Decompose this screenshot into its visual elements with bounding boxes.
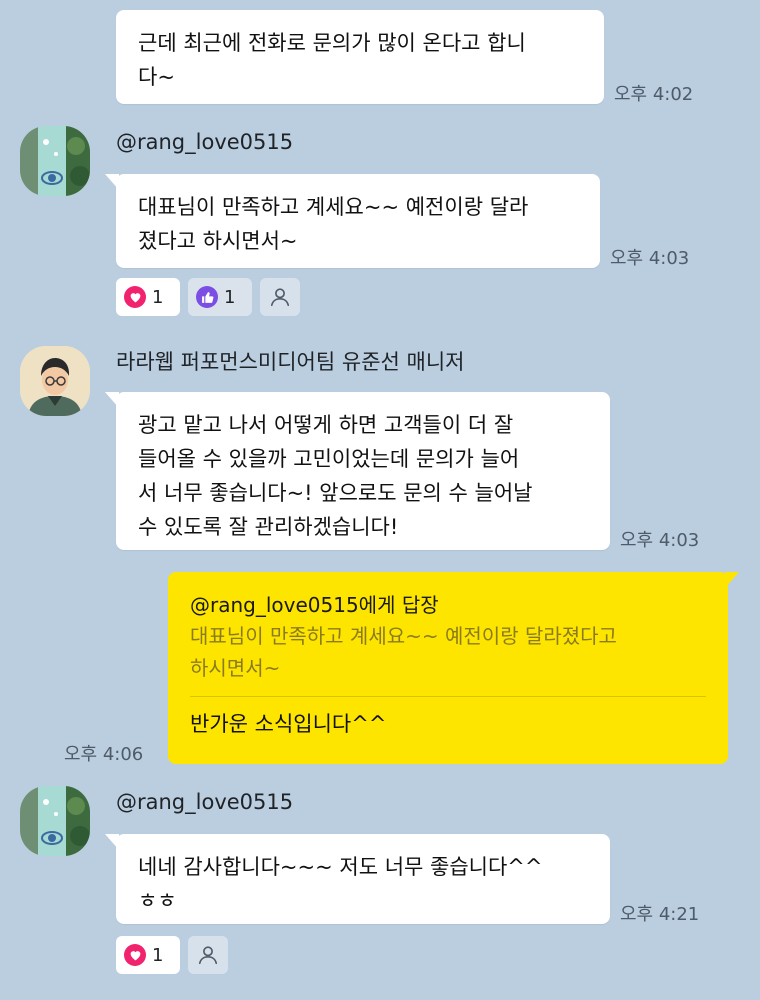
message-time: 오후 4:03 [620,530,700,551]
add-reaction-button[interactable] [188,936,228,974]
reaction-thumbs-up[interactable]: 1 [188,278,252,316]
reply-text: 반가운 소식입니다^^ [190,712,387,736]
avatar-image [20,786,90,856]
my-reply-bubble[interactable]: @rang_love0515에게 답장 대표님이 만족하고 계세요~~ 예전이랑… [168,572,739,764]
message-bubble[interactable]: 광고 맡고 나서 어떻게 하면 고객들이 더 잘 들어올 수 있을까 고민이었는… [105,392,610,550]
reaction-count: 1 [152,286,164,308]
sender-name[interactable]: @rang_love0515 [116,790,293,814]
thumbs-up-icon [196,286,218,308]
avatar[interactable] [20,786,90,856]
sender-name[interactable]: 라라웹 퍼포먼스미디어팀 유준선 매니저 [116,346,464,376]
avatar-image [20,346,90,416]
heart-icon [124,286,146,308]
reaction-count: 1 [152,944,164,966]
message-time: 오후 4:06 [64,744,144,765]
avatar-image [20,126,90,196]
person-icon [198,946,218,965]
message-bubble[interactable]: 근데 최근에 전화로 문의가 많이 온다고 합니 다~ [116,10,604,104]
message-time: 오후 4:03 [610,248,690,269]
reply-target: @rang_love0515에게 답장 [190,593,439,617]
sender-name[interactable]: @rang_love0515 [116,130,293,154]
message-bubble[interactable]: 대표님이 만족하고 계세요~~ 예전이랑 달라 졌다고 하시면서~ [105,174,600,268]
reaction-heart[interactable]: 1 [116,936,180,974]
message-time: 오후 4:02 [614,84,694,105]
heart-icon [124,944,146,966]
avatar[interactable] [20,346,90,416]
reply-quote: 대표님이 만족하고 계세요~~ 예전이랑 달라졌다고 하시면서~ [190,624,617,680]
add-reaction-button[interactable] [260,278,300,316]
avatar[interactable] [20,126,90,196]
message-bubble[interactable]: 네네 감사합니다~~~ 저도 너무 좋습니다^^ ㅎㅎ [105,834,610,924]
message-time: 오후 4:21 [620,904,700,925]
reaction-heart[interactable]: 1 [116,278,180,316]
person-icon [270,288,290,307]
reaction-count: 1 [224,286,236,308]
reply-divider [190,696,706,697]
